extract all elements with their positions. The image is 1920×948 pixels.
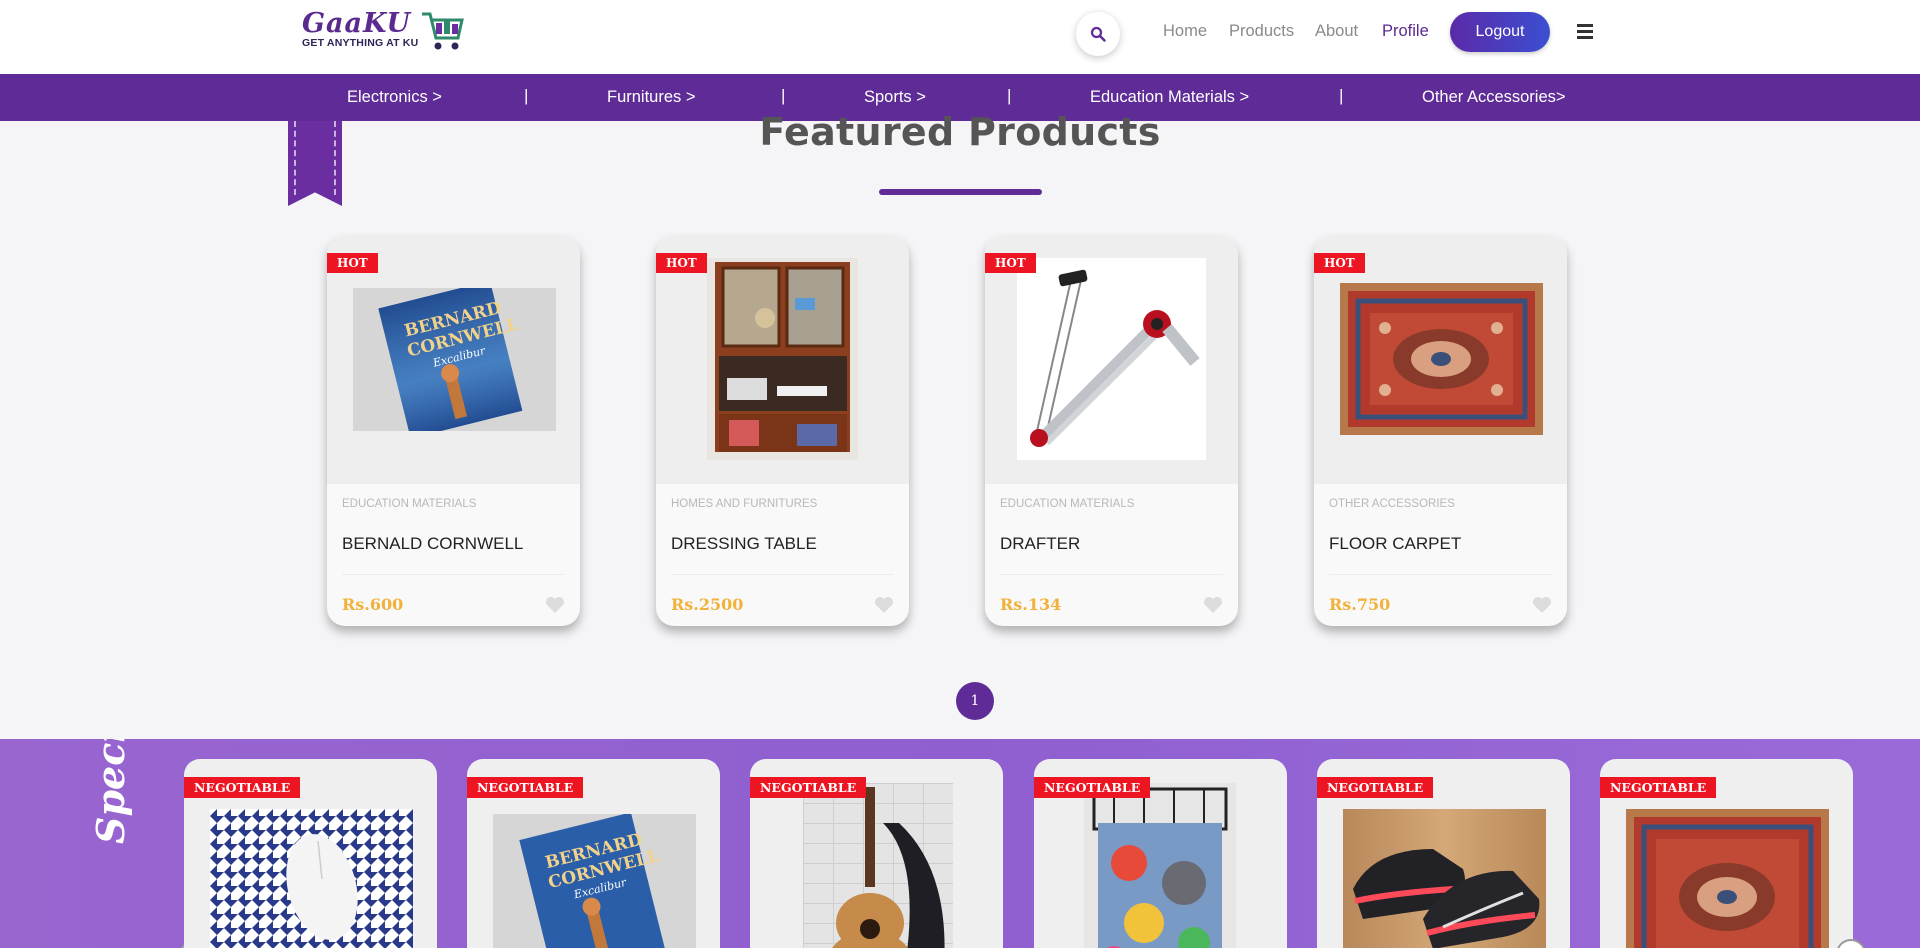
- site-header: GaaKU GET ANYTHING AT KU Home Products A…: [0, 0, 1920, 74]
- offer-image-guitar: [803, 783, 953, 948]
- product-image-book: BERNARD CORNWELL Excalibur: [353, 288, 556, 431]
- category-separator: |: [1007, 86, 1012, 105]
- heart-icon[interactable]: [1203, 596, 1223, 614]
- negotiable-badge: NEGOTIABLE: [467, 777, 584, 798]
- offer-card[interactable]: NEGOTIABLE: [750, 759, 1003, 948]
- negotiable-badge: NEGOTIABLE: [1034, 777, 1151, 798]
- hot-badge: HOT: [656, 253, 707, 273]
- product-card[interactable]: HOT EDUCATION MATERIALS DRAFTER Rs.134: [985, 236, 1238, 626]
- search-button[interactable]: [1076, 12, 1120, 56]
- card-divider: [1329, 574, 1552, 575]
- product-image-cabinet: [707, 258, 858, 460]
- menu-icon[interactable]: [1577, 22, 1595, 39]
- nav-about[interactable]: About: [1315, 22, 1358, 41]
- product-category: EDUCATION MATERIALS: [1000, 498, 1135, 510]
- logo-text: GaaKU: [302, 8, 412, 39]
- logo-tagline: GET ANYTHING AT KU: [302, 37, 419, 49]
- heart-icon[interactable]: [1532, 596, 1552, 614]
- card-divider: [342, 574, 565, 575]
- card-divider: [1000, 574, 1223, 575]
- product-price: Rs.600: [342, 595, 404, 614]
- product-price: Rs.134: [1000, 595, 1062, 614]
- logout-button[interactable]: Logout: [1450, 12, 1550, 52]
- product-price: Rs.750: [1329, 595, 1391, 614]
- category-separator: |: [1339, 86, 1344, 105]
- offer-image-book: BERNARD CORNWELL Excalibur: [493, 814, 696, 948]
- pagination-page-1[interactable]: 1: [956, 682, 994, 720]
- nav-home[interactable]: Home: [1163, 22, 1207, 41]
- offer-image-carpet: [1626, 809, 1829, 948]
- product-category: EDUCATION MATERIALS: [342, 498, 477, 510]
- heart-icon[interactable]: [545, 596, 565, 614]
- product-card[interactable]: HOT HOMES AND FURNITURES DRESSING TABLE …: [656, 236, 909, 626]
- product-name[interactable]: BERNALD CORNWELL: [342, 534, 523, 554]
- product-image-area: [985, 236, 1238, 484]
- product-image-carpet: [1340, 283, 1543, 435]
- product-image-drafter: [1017, 258, 1206, 460]
- product-card[interactable]: HOT OTHER ACCESSORIES FLOOR CARPET Rs.75…: [1314, 236, 1567, 626]
- negotiable-badge: NEGOTIABLE: [1600, 777, 1717, 798]
- negotiable-badge: NEGOTIABLE: [750, 777, 867, 798]
- featured-title: Featured Products: [759, 110, 1161, 154]
- product-image-area: [656, 236, 909, 484]
- category-separator: |: [781, 86, 786, 105]
- product-name[interactable]: DRAFTER: [1000, 534, 1080, 554]
- offer-card[interactable]: NEGOTIABLE: [184, 759, 437, 948]
- category-furnitures[interactable]: Furnitures >: [607, 88, 696, 107]
- title-underline: [879, 189, 1042, 195]
- category-electronics[interactable]: Electronics >: [347, 88, 442, 107]
- cart-icon: [422, 12, 464, 50]
- product-price: Rs.2500: [671, 595, 744, 614]
- search-icon: [1090, 26, 1106, 42]
- product-name[interactable]: DRESSING TABLE: [671, 534, 817, 554]
- hot-badge: HOT: [1314, 253, 1365, 273]
- offer-card[interactable]: NEGOTIABLE: [1034, 759, 1287, 948]
- category-sports[interactable]: Sports >: [864, 88, 926, 107]
- nav-products[interactable]: Products: [1229, 22, 1294, 41]
- product-name[interactable]: FLOOR CARPET: [1329, 534, 1461, 554]
- product-category: HOMES AND FURNITURES: [671, 498, 818, 510]
- heart-icon[interactable]: [874, 596, 894, 614]
- product-card[interactable]: BERNARD CORNWELL Excalibur HOT EDUCATION…: [327, 236, 580, 626]
- negotiable-badge: NEGOTIABLE: [184, 777, 301, 798]
- offer-image-shoes: [1343, 809, 1546, 948]
- negotiable-badge: NEGOTIABLE: [1317, 777, 1434, 798]
- hot-badge: HOT: [327, 253, 378, 273]
- offer-card[interactable]: NEGOTIABLE: [1600, 759, 1853, 948]
- special-offers-section: Special offers NEGOTIABLE BERNARD CORNWE…: [0, 739, 1920, 948]
- offer-image-bedding: [1084, 783, 1236, 948]
- product-image-area: [1314, 236, 1567, 484]
- offer-image-mouse: [210, 809, 413, 948]
- category-education-materials[interactable]: Education Materials >: [1090, 88, 1249, 107]
- nav-profile[interactable]: Profile: [1382, 22, 1429, 41]
- offer-card[interactable]: NEGOTIABLE: [1317, 759, 1570, 948]
- product-image-area: BERNARD CORNWELL Excalibur: [327, 236, 580, 484]
- hot-badge: HOT: [985, 253, 1036, 273]
- site-logo[interactable]: GaaKU GET ANYTHING AT KU: [300, 6, 470, 56]
- category-other-accessories[interactable]: Other Accessories>: [1422, 88, 1566, 107]
- offer-card[interactable]: BERNARD CORNWELL Excalibur NEGOTIABLE: [467, 759, 720, 948]
- card-divider: [671, 574, 894, 575]
- category-separator: |: [524, 86, 529, 105]
- special-offers-title: Special offers: [88, 739, 133, 844]
- product-category: OTHER ACCESSORIES: [1329, 498, 1455, 510]
